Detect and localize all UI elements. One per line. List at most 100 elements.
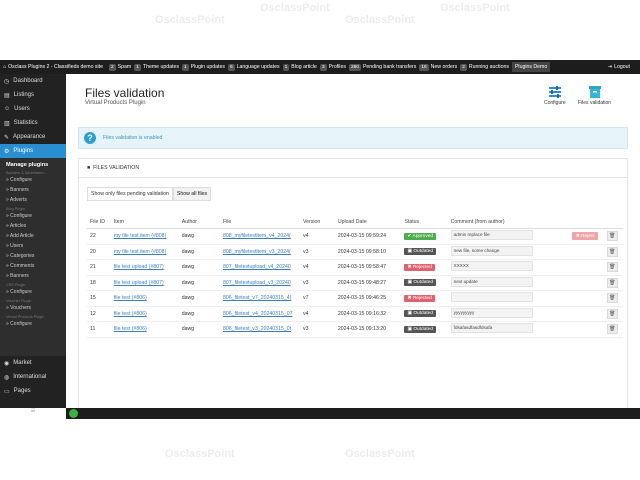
author-cell: dawg bbox=[178, 321, 220, 338]
submenu-link-label: Banners bbox=[10, 273, 29, 279]
file-link[interactable]: 806_filetest_v7_20240315_4( bbox=[223, 295, 291, 301]
comment-box: XXXXX bbox=[450, 261, 533, 272]
count-badge: 6 bbox=[227, 63, 235, 71]
submenu-link[interactable]: » Comments bbox=[0, 261, 66, 271]
item-link[interactable]: file test (#806) bbox=[114, 326, 147, 332]
filter-pending-button[interactable]: Show only files pending validation bbox=[87, 187, 173, 201]
sidebar-item-plugins[interactable]: ⚙ Plugins bbox=[0, 144, 66, 158]
sidebar-item-users[interactable]: ☺ Users bbox=[0, 102, 66, 116]
logout-button[interactable]: ⇥ Logout bbox=[608, 64, 640, 70]
topbar-item-new-orders[interactable]: 16 New orders bbox=[419, 63, 457, 71]
comment-box: fdsafasdfasdfdsafa bbox=[450, 323, 533, 334]
topbar-item-blog-article[interactable]: 1 Blog article bbox=[282, 63, 317, 71]
sidebar-item-appearance[interactable]: ✎ Appearance bbox=[0, 130, 66, 144]
trash-icon[interactable]: 🗑 bbox=[606, 262, 618, 273]
col-item: Item bbox=[110, 215, 179, 229]
count-badge: 1 bbox=[134, 63, 141, 71]
status-cell: ▣ Outdated bbox=[401, 244, 448, 260]
filter-all-button[interactable]: Show all files bbox=[172, 187, 212, 201]
app-icon[interactable] bbox=[69, 409, 78, 418]
sidebar-item-international[interactable]: ◍ International bbox=[0, 370, 66, 384]
submenu-link[interactable]: » Vouchers bbox=[0, 303, 66, 313]
item-link[interactable]: file test (#806) bbox=[114, 295, 147, 301]
sidebar-collapse-icon[interactable]: ≡ bbox=[0, 404, 66, 416]
version-cell: v7 bbox=[299, 290, 335, 307]
files-validation-header-button[interactable]: Files validation bbox=[578, 86, 611, 106]
version-cell: v4 bbox=[299, 228, 335, 245]
trash-icon[interactable]: 🗑 bbox=[606, 277, 618, 288]
configure-header-button[interactable]: Configure bbox=[544, 86, 566, 106]
file-link[interactable]: 808_myfiletestitem_v3_2024( bbox=[223, 249, 291, 255]
box-icon: ▣ bbox=[407, 311, 412, 317]
item-link[interactable]: file test upload (#807) bbox=[114, 264, 164, 270]
x-icon: ✖ bbox=[407, 295, 412, 301]
submenu-link[interactable]: » Configure bbox=[0, 287, 66, 297]
file-link[interactable]: 806_filetest_v4_20240315_07 bbox=[223, 311, 293, 317]
topbar-item-running-auctions[interactable]: 2 Running auctions bbox=[460, 63, 509, 71]
item-link[interactable]: my file test item (#808) bbox=[114, 249, 166, 255]
status-label: Rejected bbox=[412, 264, 432, 270]
status-badge: ▣ Outdated bbox=[404, 325, 437, 333]
item-link[interactable]: my file test item (#808) bbox=[114, 233, 166, 239]
item-link[interactable]: file test (#806) bbox=[114, 311, 147, 317]
col-version: Version bbox=[299, 215, 335, 229]
plugins-demo-button[interactable]: Plugins Demo bbox=[511, 62, 551, 72]
delete-cell: 🗑 bbox=[603, 244, 623, 260]
topbar-item-theme-updates[interactable]: 1 Theme updates bbox=[134, 63, 179, 71]
status-badge: ▣ Outdated bbox=[404, 310, 437, 318]
topbar-item-profiles[interactable]: 3 Profiles bbox=[319, 63, 346, 71]
sidebar-item-listings[interactable]: ▤ Listings bbox=[0, 88, 66, 102]
submenu-link[interactable]: » Banners bbox=[0, 271, 66, 281]
trash-icon[interactable]: 🗑 bbox=[606, 246, 618, 257]
x-icon: ✖ bbox=[407, 264, 412, 270]
watermark-3: OsclassPoint bbox=[345, 14, 415, 26]
sidebar-item-pages[interactable]: ▭ Pages bbox=[0, 384, 66, 398]
topbar-item-label: Blog article bbox=[291, 64, 317, 70]
file-link[interactable]: 806_filetest_v3_20240315_0t bbox=[223, 326, 291, 332]
file-cell: 808_myfiletestitem_v4_2024( bbox=[219, 228, 300, 245]
reject-button[interactable]: ✖ Reject bbox=[572, 232, 599, 241]
pages-icon: ▭ bbox=[4, 388, 10, 395]
submenu-link[interactable]: » Articles bbox=[0, 221, 66, 231]
submenu-manage-plugins[interactable]: Manage plugins bbox=[0, 158, 66, 169]
file-id: 15 bbox=[87, 290, 111, 307]
trash-icon[interactable]: 🗑 bbox=[606, 308, 618, 319]
version-cell: v4 bbox=[299, 306, 335, 322]
sidebar-item-statistics[interactable]: ▥ Statistics bbox=[0, 116, 66, 130]
submenu-link[interactable]: » Configure bbox=[0, 175, 66, 185]
logout-label: Logout bbox=[614, 64, 630, 70]
site-title-link[interactable]: ⌂ Osclass Plugins 2 - Classifieds demo s… bbox=[0, 64, 106, 70]
submenu-link[interactable]: » Add Article bbox=[0, 231, 66, 241]
topbar-item-plugin-updates[interactable]: 1 Plugin updates bbox=[181, 63, 225, 71]
sidebar-item-label: Market bbox=[13, 360, 32, 366]
file-link[interactable]: 807_filetestupload_v4_20240 bbox=[223, 264, 291, 270]
submenu-link[interactable]: » Adverts bbox=[0, 195, 66, 205]
trash-icon[interactable]: 🗑 bbox=[606, 324, 618, 335]
sidebar-item-dashboard[interactable]: ◷ Dashboard bbox=[0, 74, 66, 88]
submenu-link[interactable]: » Banners bbox=[0, 185, 66, 195]
x-icon: ✖ bbox=[576, 233, 580, 239]
trash-icon[interactable]: 🗑 bbox=[606, 231, 618, 242]
file-link[interactable]: 807_filetestupload_v3_20240 bbox=[223, 280, 291, 286]
file-link[interactable]: 808_myfiletestitem_v4_2024( bbox=[223, 233, 291, 239]
files-table: File ID Item Author File Version Upload … bbox=[87, 215, 623, 338]
sidebar-item-market[interactable]: ◉ Market bbox=[0, 356, 66, 370]
delete-cell: 🗑 bbox=[603, 306, 623, 322]
submenu-link[interactable]: » Categories bbox=[0, 251, 66, 261]
table-row: 18 file test upload (#807) dawg 807_filetes… bbox=[87, 275, 623, 291]
col-file-id: File ID bbox=[87, 215, 111, 229]
submenu-link[interactable]: » Users bbox=[0, 241, 66, 251]
item-cell: file test (#806) bbox=[110, 290, 179, 307]
topbar-item-label: Spam bbox=[117, 64, 132, 70]
trash-icon[interactable]: 🗑 bbox=[606, 293, 618, 304]
globe-icon: ◍ bbox=[4, 374, 10, 381]
reject-cell bbox=[569, 259, 604, 276]
item-link[interactable]: file test upload (#807) bbox=[114, 280, 164, 286]
plugins-submenu: Manage plugins Banners & Advertisem... »… bbox=[0, 158, 66, 356]
submenu-link[interactable]: » Configure bbox=[0, 211, 66, 221]
submenu-link[interactable]: » Configure bbox=[0, 319, 66, 329]
topbar-item-pending-bank-transfers[interactable]: 260 Pending bank transfers bbox=[348, 63, 416, 71]
sidebar-item-label: International bbox=[13, 374, 47, 380]
topbar-item-language-updates[interactable]: 6 Language updates bbox=[227, 63, 280, 71]
topbar-item-spam[interactable]: 2 Spam bbox=[109, 63, 132, 71]
